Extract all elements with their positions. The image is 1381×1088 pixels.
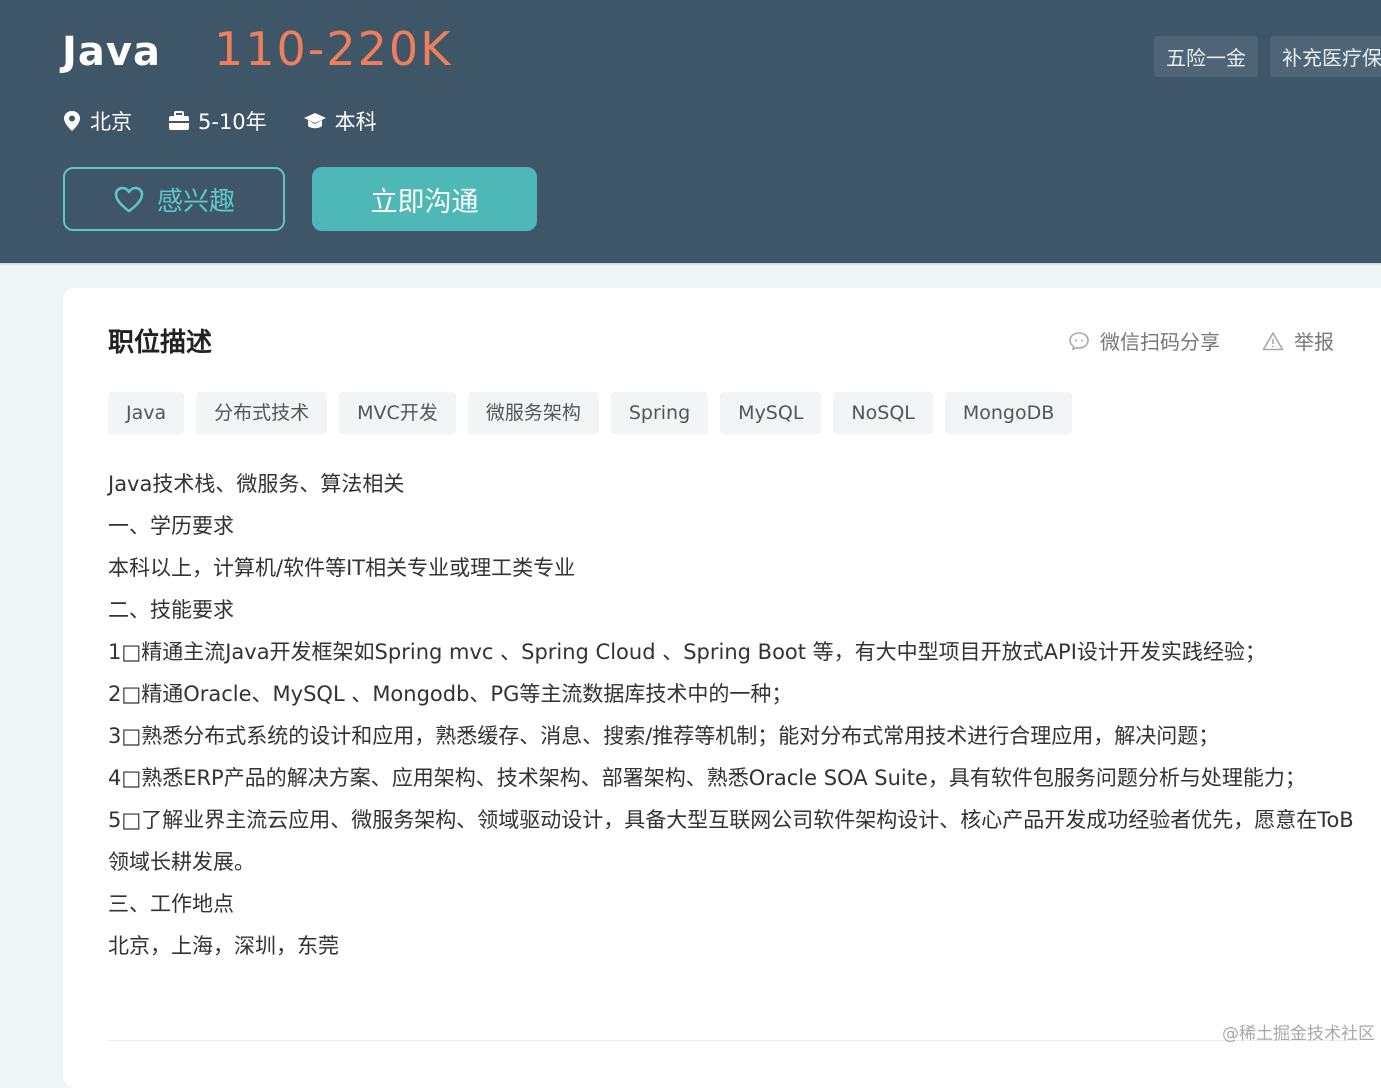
benefit-tags: 五险一金 补充医疗保 xyxy=(1154,36,1381,77)
skill-tag: Spring xyxy=(610,392,709,434)
job-title: Java xyxy=(62,29,161,75)
graduation-cap-icon xyxy=(303,113,326,129)
heart-icon xyxy=(114,186,144,213)
report-label: 举报 xyxy=(1294,330,1334,354)
skill-tag: Java xyxy=(108,392,185,434)
wechat-share-label: 微信扫码分享 xyxy=(1100,330,1220,354)
skill-tag: 微服务架构 xyxy=(467,392,599,434)
job-header-banner: Java 110-220K 五险一金 补充医疗保 北京 5-10年 本科 感兴趣… xyxy=(0,0,1381,266)
divider xyxy=(108,1040,1358,1041)
watermark: @稀土掘金技术社区 xyxy=(1222,1024,1375,1044)
meta-location: 北京 xyxy=(62,106,132,136)
meta-degree: 本科 xyxy=(303,106,377,136)
skill-tags: Java 分布式技术 MVC开发 微服务架构 Spring MySQL NoSQ… xyxy=(108,392,1073,434)
wechat-share-button[interactable]: 微信扫码分享 xyxy=(1068,326,1220,355)
job-meta: 北京 5-10年 本科 xyxy=(62,106,413,136)
description-line: 本科以上，计算机/软件等IT相关专业或理工类专业 xyxy=(108,556,576,580)
report-button[interactable]: 举报 xyxy=(1262,326,1334,355)
skill-tag: NoSQL xyxy=(833,392,933,434)
interest-label: 感兴趣 xyxy=(156,186,235,217)
skill-tag: 分布式技术 xyxy=(196,392,328,434)
card-actions: 微信扫码分享 举报 xyxy=(1068,326,1376,355)
experience-text: 5-10年 xyxy=(198,110,267,134)
skill-tag: MySQL xyxy=(720,392,822,434)
salary-range: 110-220K xyxy=(214,22,453,76)
description-heading: 二、技能要求 xyxy=(108,598,234,622)
description-heading: 三、工作地点 xyxy=(108,892,234,916)
description-line: 2□精通Oracle、MySQL 、Mongodb、PG等主流数据库技术中的一种… xyxy=(108,682,793,706)
description-line: 3□熟悉分布式系统的设计和应用，熟悉缓存、消息、搜索/推荐等机制；能对分布式常用… xyxy=(108,724,1220,748)
briefcase-icon xyxy=(169,111,189,130)
benefit-tag: 补充医疗保 xyxy=(1270,36,1381,77)
chat-bubble-icon xyxy=(1069,331,1089,350)
meta-experience: 5-10年 xyxy=(168,106,267,136)
job-description-text: Java技术栈、微服务、算法相关 一、学历要求 本科以上，计算机/软件等IT相关… xyxy=(108,463,1358,967)
job-description-card: 职位描述 微信扫码分享 举报 Java 分布式技术 MVC开发 微服务架构 Sp… xyxy=(63,288,1381,1088)
skill-tag: MongoDB xyxy=(944,392,1073,434)
city-text: 北京 xyxy=(90,110,132,134)
benefit-tag: 五险一金 xyxy=(1154,36,1258,77)
description-heading: 一、学历要求 xyxy=(108,514,234,538)
location-pin-icon xyxy=(64,111,80,131)
chat-now-button[interactable]: 立即沟通 xyxy=(312,167,537,231)
section-title: 职位描述 xyxy=(108,328,213,358)
description-line: 北京，上海，深圳，东莞 xyxy=(108,934,339,958)
description-line: Java技术栈、微服务、算法相关 xyxy=(108,472,405,496)
description-line: 1□精通主流Java开发框架如Spring mvc 、Spring Cloud … xyxy=(108,640,1266,664)
description-line: 4□熟悉ERP产品的解决方案、应用架构、技术架构、部署架构、熟悉Oracle S… xyxy=(108,766,1306,790)
chat-now-label: 立即沟通 xyxy=(370,186,479,218)
degree-text: 本科 xyxy=(334,110,377,134)
description-line: 5□了解业界主流云应用、微服务架构、领域驱动设计，具备大型互联网公司软件架构设计… xyxy=(108,808,1354,874)
skill-tag: MVC开发 xyxy=(339,392,456,434)
warning-icon xyxy=(1262,331,1284,350)
interest-button[interactable]: 感兴趣 xyxy=(63,167,285,231)
